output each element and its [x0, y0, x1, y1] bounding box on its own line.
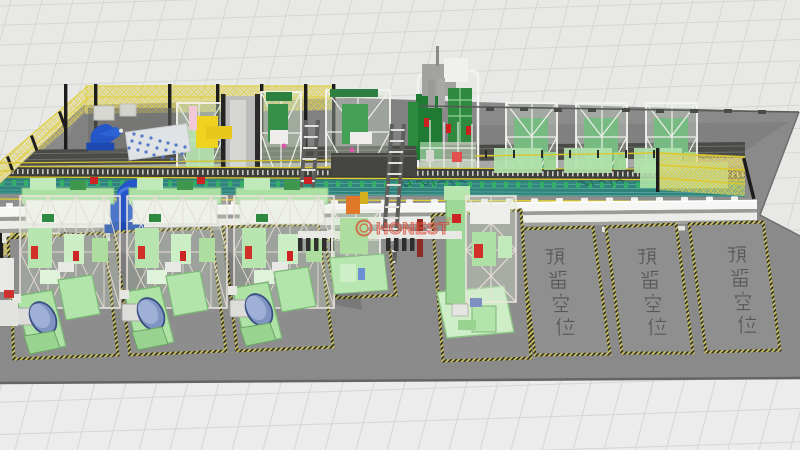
- svg-text:®: ®: [446, 216, 451, 224]
- svg-text:HONEST: HONEST: [376, 219, 449, 238]
